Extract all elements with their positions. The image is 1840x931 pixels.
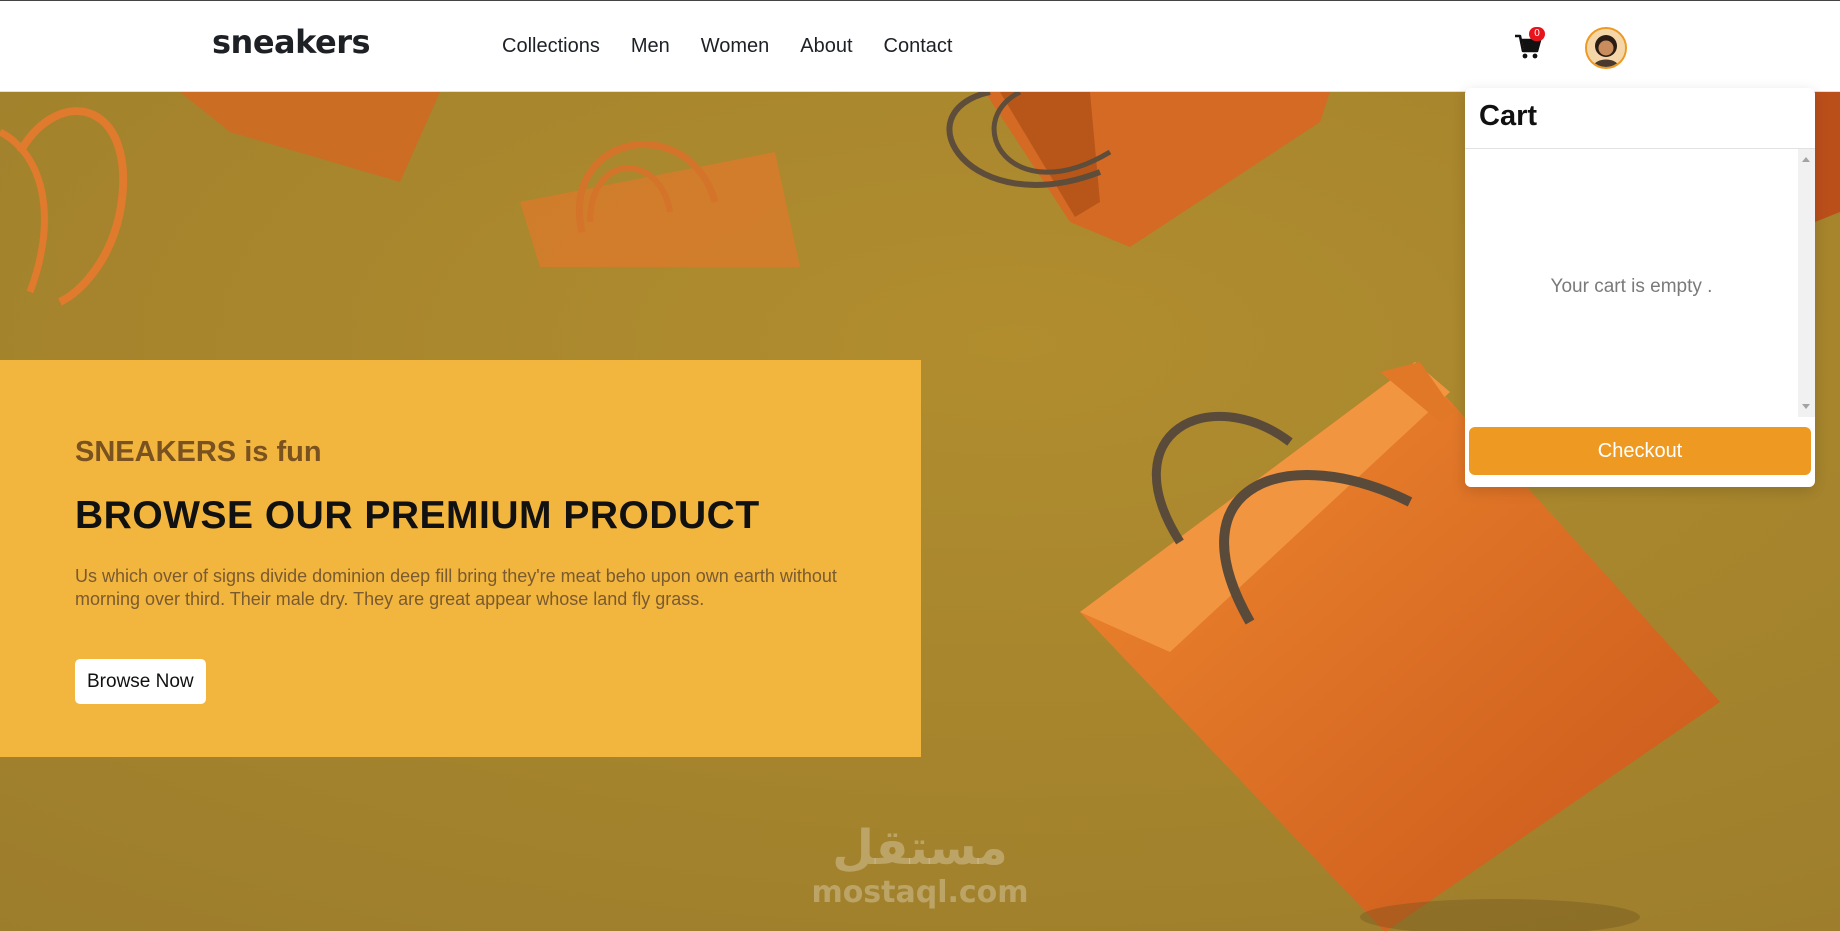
hero-description: Us which over of signs divide dominion d… [75, 566, 837, 609]
checkout-button[interactable]: Checkout [1469, 427, 1811, 475]
site-header: sneakers Collections Men Women About Con… [0, 0, 1840, 92]
watermark-arabic: مستقل [832, 820, 1008, 876]
scroll-up-arrow-icon[interactable] [1802, 157, 1810, 162]
scroll-down-arrow-icon[interactable] [1802, 404, 1810, 409]
watermark-latin: mostaql.com [811, 875, 1029, 910]
browse-now-button[interactable]: Browse Now [75, 659, 206, 704]
avatar[interactable] [1585, 27, 1627, 69]
nav-link-contact[interactable]: Contact [884, 35, 953, 58]
cart-items-list[interactable]: Your cart is empty . [1465, 149, 1815, 417]
nav-link-collections[interactable]: Collections [502, 35, 600, 58]
cart-count-badge: 0 [1529, 27, 1545, 41]
cart-scrollbar[interactable] [1798, 149, 1815, 417]
nav-link-about[interactable]: About [800, 35, 852, 58]
hero-card: SNEAKERS is fun BROWSE OUR PREMIUM PRODU… [0, 360, 921, 757]
cart-button[interactable]: 0 [1514, 27, 1545, 63]
hero-kicker: SNEAKERS is fun [75, 436, 322, 468]
cart-dropdown: Cart Your cart is empty . Checkout [1465, 88, 1815, 487]
site-logo[interactable]: sneakers [212, 23, 371, 61]
cart-empty-message: Your cart is empty . [1550, 276, 1713, 297]
user-avatar-image [1587, 29, 1625, 67]
mostaql-watermark: مستقل mostaql.com [800, 820, 1040, 910]
main-nav: Collections Men Women About Contact [502, 35, 952, 58]
nav-link-men[interactable]: Men [631, 35, 670, 58]
cart-title: Cart [1479, 100, 1538, 132]
nav-link-women[interactable]: Women [701, 35, 770, 58]
hero-title: BROWSE OUR PREMIUM PRODUCT [75, 494, 760, 537]
